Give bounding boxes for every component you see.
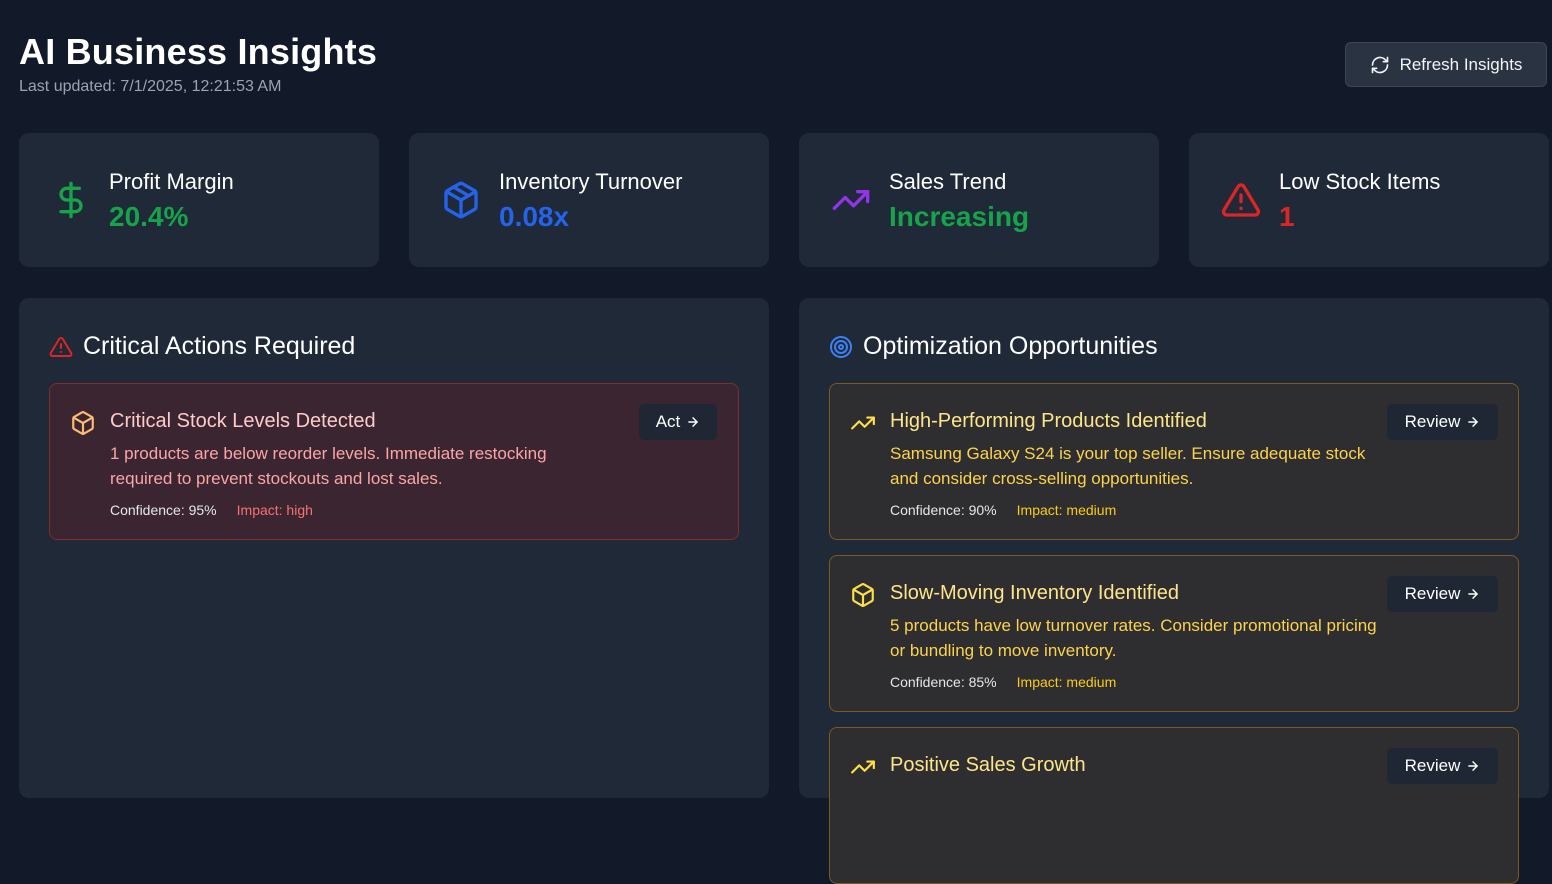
alert-triangle-icon xyxy=(1221,183,1261,217)
panel-title: Optimization Opportunities xyxy=(863,332,1158,360)
arrow-right-icon xyxy=(1468,417,1479,427)
stat-card-low-stock: Low Stock Items 1 xyxy=(1189,133,1549,267)
impact-text: Impact: medium xyxy=(1016,674,1117,690)
insight-title: Positive Sales Growth xyxy=(890,754,1086,776)
target-icon xyxy=(830,335,852,358)
stat-value: 0.08x xyxy=(499,201,570,232)
insight-description: 1 products are below reorder levels. Imm… xyxy=(110,444,547,488)
insight-title: Slow-Moving Inventory Identified xyxy=(890,582,1180,604)
optimization-panel: Optimization Opportunities High-Performi… xyxy=(799,298,1549,884)
review-button[interactable]: Review xyxy=(1387,576,1498,612)
stat-label: Profit Margin xyxy=(109,169,234,194)
trending-up-icon xyxy=(851,760,875,774)
critical-actions-panel: Critical Actions Required Critical Stock… xyxy=(19,298,769,798)
stat-label: Sales Trend xyxy=(889,169,1007,194)
insight-meta: Confidence: 90% Impact: medium xyxy=(890,502,1116,518)
review-button[interactable]: Review xyxy=(1387,404,1498,440)
insight-description: Samsung Galaxy S24 is your top seller. E… xyxy=(890,444,1366,488)
stat-label: Low Stock Items xyxy=(1279,169,1441,194)
critical-actions-header: Critical Actions Required xyxy=(49,332,355,361)
dollar-icon xyxy=(59,181,83,219)
stat-card-sales-trend: Sales Trend Increasing xyxy=(799,133,1159,267)
insight-card: Critical Stock Levels Detected 1 product… xyxy=(49,383,739,540)
stat-label: Inventory Turnover xyxy=(499,169,683,194)
confidence-text: Confidence: 95% xyxy=(110,502,217,518)
act-button-label: Act xyxy=(655,412,681,431)
arrow-right-icon xyxy=(1468,761,1479,771)
package-icon xyxy=(72,411,94,435)
package-icon xyxy=(852,583,874,607)
stat-card-inventory-turnover: Inventory Turnover 0.08x xyxy=(409,133,769,267)
stat-value: Increasing xyxy=(889,201,1030,232)
review-button-label: Review xyxy=(1404,584,1461,603)
insight-title: Critical Stock Levels Detected xyxy=(110,410,376,432)
review-button-label: Review xyxy=(1404,756,1461,775)
page-title: AI Business Insights xyxy=(19,31,378,72)
act-button[interactable]: Act xyxy=(639,404,717,440)
stat-value: 20.4% xyxy=(109,201,189,232)
stat-card-profit-margin: Profit Margin 20.4% xyxy=(19,133,379,267)
stat-value: 1 xyxy=(1279,201,1295,232)
trending-up-icon xyxy=(851,416,875,430)
impact-text: Impact: high xyxy=(236,502,313,518)
confidence-text: Confidence: 90% xyxy=(890,502,997,518)
confidence-text: Confidence: 85% xyxy=(890,674,997,690)
arrow-right-icon xyxy=(1468,589,1479,599)
last-updated-text: Last updated: 7/1/2025, 12:21:53 AM xyxy=(19,78,282,95)
refresh-insights-button[interactable]: Refresh Insights xyxy=(1345,42,1547,87)
review-button[interactable]: Review xyxy=(1387,748,1498,784)
insight-description: 5 products have low turnover rates. Cons… xyxy=(890,616,1377,660)
insight-meta: Confidence: 95% Impact: high xyxy=(110,502,313,518)
insight-card: High-Performing Products Identified Sams… xyxy=(829,383,1519,540)
page-header: AI Business Insights Last updated: 7/1/2… xyxy=(19,30,377,96)
arrow-right-icon xyxy=(688,417,699,427)
optimization-header: Optimization Opportunities xyxy=(829,332,1158,361)
insight-card: Positive Sales Growth Review xyxy=(829,727,1519,884)
insight-title: High-Performing Products Identified xyxy=(890,410,1207,432)
insight-meta: Confidence: 85% Impact: medium xyxy=(890,674,1116,690)
review-button-label: Review xyxy=(1404,412,1461,431)
panel-title: Critical Actions Required xyxy=(83,332,356,360)
impact-text: Impact: medium xyxy=(1016,502,1117,518)
alert-triangle-icon xyxy=(49,336,73,357)
package-icon xyxy=(444,181,478,219)
trending-up-icon xyxy=(832,190,870,210)
refresh-icon xyxy=(1371,56,1388,73)
refresh-insights-label: Refresh Insights xyxy=(1399,54,1523,74)
insight-card: Slow-Moving Inventory Identified 5 produ… xyxy=(829,555,1519,712)
